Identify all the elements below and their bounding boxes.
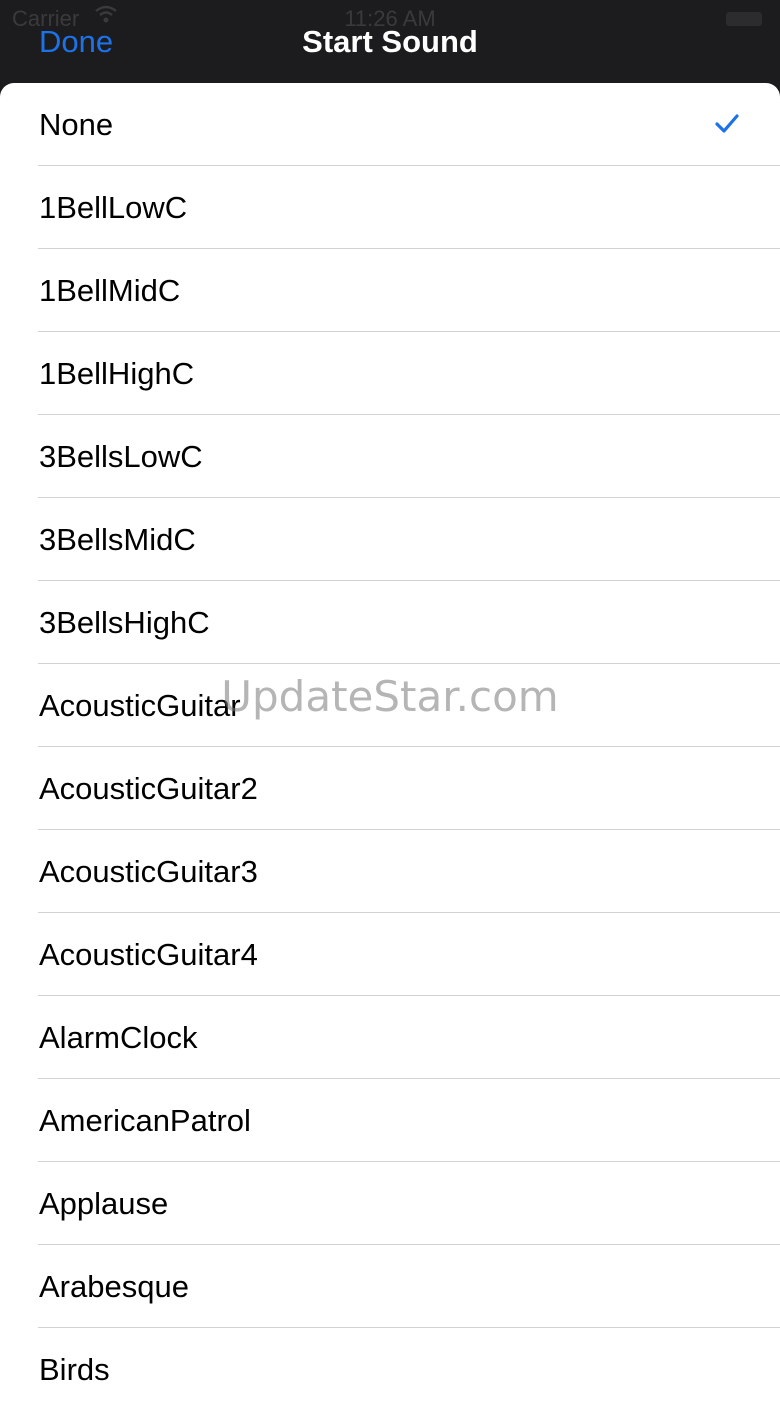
- sound-list-item[interactable]: AcousticGuitar2: [0, 747, 780, 830]
- sound-label: Birds: [39, 1352, 110, 1387]
- sound-label: 1BellLowC: [39, 190, 188, 225]
- sound-list-item[interactable]: 1BellHighC: [0, 332, 780, 415]
- sound-list-sheet: None 1BellLowC 1BellMidC 1BellHighC 3BellsLo…: [0, 83, 780, 1403]
- sound-label: Arabesque: [39, 1269, 189, 1304]
- page-title: Start Sound: [302, 24, 478, 59]
- sound-label: AmericanPatrol: [39, 1103, 251, 1138]
- sound-list-item[interactable]: AlarmClock: [0, 996, 780, 1079]
- sound-list-item[interactable]: 1BellLowC: [0, 166, 780, 249]
- sound-list: None 1BellLowC 1BellMidC 1BellHighC 3BellsLo…: [0, 83, 780, 1403]
- sound-label: 1BellHighC: [39, 356, 195, 391]
- sound-label: AcousticGuitar4: [39, 937, 258, 972]
- sound-list-item[interactable]: Birds: [0, 1328, 780, 1403]
- sound-label: 3BellsMidC: [39, 522, 196, 557]
- sound-list-item[interactable]: AmericanPatrol: [0, 1079, 780, 1162]
- sound-list-item[interactable]: 3BellsLowC: [0, 415, 780, 498]
- sound-list-item[interactable]: 3BellsHighC: [0, 581, 780, 664]
- sound-list-item[interactable]: None: [0, 83, 780, 166]
- sound-list-item[interactable]: Applause: [0, 1162, 780, 1245]
- sound-list-item[interactable]: AcousticGuitar: [0, 664, 780, 747]
- sound-label: None: [39, 107, 114, 142]
- sound-label: AcousticGuitar2: [39, 771, 258, 806]
- sound-list-item[interactable]: 3BellsMidC: [0, 498, 780, 581]
- sound-list-item[interactable]: 1BellMidC: [0, 249, 780, 332]
- sound-list-item[interactable]: AcousticGuitar3: [0, 830, 780, 913]
- sound-label: AlarmClock: [39, 1020, 198, 1055]
- navigation-bar: Done Start Sound: [0, 0, 780, 84]
- sound-label: Applause: [39, 1186, 169, 1221]
- sound-label: AcousticGuitar3: [39, 854, 258, 889]
- sound-label: 1BellMidC: [39, 273, 181, 308]
- sound-label: 3BellsHighC: [39, 605, 210, 640]
- checkmark-icon: [715, 114, 739, 133]
- sound-list-item[interactable]: AcousticGuitar4: [0, 913, 780, 996]
- sound-list-item[interactable]: Arabesque: [0, 1245, 780, 1328]
- sound-label: AcousticGuitar: [39, 688, 241, 723]
- sound-label: 3BellsLowC: [39, 439, 203, 474]
